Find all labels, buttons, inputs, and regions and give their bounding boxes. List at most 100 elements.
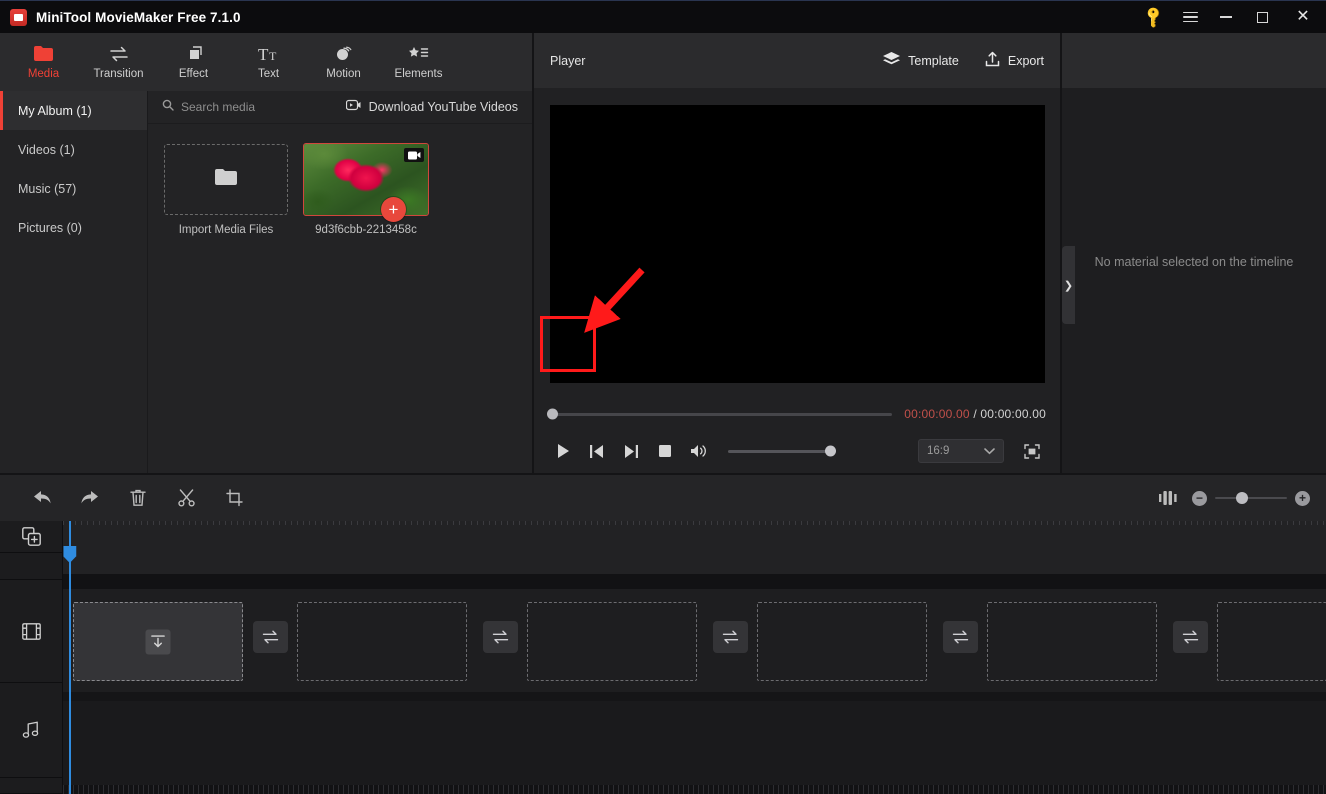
seek-handle[interactable] — [547, 408, 558, 420]
export-icon — [985, 51, 1000, 70]
video-clip-slot[interactable] — [73, 602, 243, 681]
music-note-icon[interactable] — [0, 683, 62, 778]
sidebar-item-music[interactable]: Music (57) — [0, 169, 147, 208]
timeline-zoom-slider[interactable] — [1215, 492, 1287, 504]
timeline-toolbar: − + — [0, 473, 1326, 521]
volume-handle[interactable] — [825, 445, 836, 457]
add-media-icon[interactable] — [0, 521, 62, 553]
transition-icon[interactable] — [713, 621, 748, 653]
hamburger-menu-icon[interactable] — [1172, 1, 1208, 34]
effect-icon — [185, 44, 203, 63]
tab-text[interactable]: TT Text — [231, 34, 306, 90]
tab-text-label: Text — [257, 68, 280, 80]
skip-back-icon[interactable] — [582, 436, 612, 466]
sidebar-item-my-album[interactable]: My Album (1) — [0, 91, 147, 130]
tab-motion[interactable]: Motion — [306, 34, 381, 90]
seek-slider[interactable] — [547, 408, 893, 420]
total-time: 00:00:00.00 — [980, 407, 1046, 421]
redo-icon[interactable] — [66, 478, 114, 518]
transition-icon[interactable] — [483, 621, 518, 653]
close-icon[interactable]: ✕ — [1280, 1, 1326, 34]
video-clip-slot[interactable] — [297, 602, 467, 681]
search-input[interactable]: Search media — [162, 98, 255, 116]
library-sidebar: My Album (1) Videos (1) Music (57) Pictu… — [0, 91, 148, 473]
timeline-canvas[interactable] — [63, 521, 1326, 794]
player-header: Player Template Export — [534, 33, 1060, 88]
video-clip-slot[interactable] — [987, 602, 1157, 681]
export-button[interactable]: Export — [985, 51, 1044, 70]
transition-icon[interactable] — [1173, 621, 1208, 653]
import-media-cell[interactable]: Import Media Files — [164, 144, 288, 473]
timeline-gutter — [0, 521, 63, 794]
download-youtube-label: Download YouTube Videos — [368, 100, 518, 114]
fullscreen-icon[interactable] — [1018, 437, 1046, 465]
timeline-gutter-spacer — [0, 553, 62, 580]
video-clip-slot[interactable] — [757, 602, 927, 681]
sidebar-item-videos[interactable]: Videos (1) — [0, 130, 147, 169]
import-dropzone[interactable] — [164, 144, 288, 215]
add-to-timeline-button[interactable]: + — [381, 197, 406, 222]
transition-icon — [109, 44, 129, 63]
motion-icon — [334, 44, 354, 63]
video-clip-slot[interactable] — [527, 602, 697, 681]
transition-icon[interactable] — [943, 621, 978, 653]
tab-transition[interactable]: Transition — [81, 34, 156, 90]
film-icon[interactable] — [0, 580, 62, 683]
properties-header — [1062, 33, 1326, 88]
key-icon[interactable]: 🔑 — [1136, 1, 1172, 34]
undo-icon[interactable] — [18, 478, 66, 518]
library-body: My Album (1) Videos (1) Music (57) Pictu… — [0, 91, 645, 473]
transition-icon[interactable] — [253, 621, 288, 653]
sidebar-item-pictures[interactable]: Pictures (0) — [0, 208, 147, 247]
media-thumbnail[interactable] — [303, 143, 429, 216]
timeline-ruler[interactable] — [63, 521, 1326, 527]
split-view-icon[interactable] — [1144, 478, 1192, 518]
import-media-label: Import Media Files — [178, 224, 274, 236]
download-youtube-button[interactable]: Download YouTube Videos — [345, 98, 518, 116]
video-clip-slot[interactable] — [1217, 602, 1326, 681]
elements-icon — [408, 44, 429, 63]
media-item[interactable]: 9d3f6cbb-2213458c + — [303, 143, 429, 473]
sidebar-item-label: Videos (1) — [18, 142, 75, 157]
video-track-row[interactable] — [63, 589, 1326, 692]
aspect-ratio-select[interactable]: 16:9 — [918, 439, 1004, 463]
crop-icon[interactable] — [210, 478, 258, 518]
media-grid: Import Media Files 9d3f6cbb-2213458c + — [148, 124, 645, 473]
scissors-icon[interactable] — [162, 478, 210, 518]
sidebar-item-label: Music (57) — [18, 181, 77, 196]
time-display: 00:00:00.00 / 00:00:00.00 — [904, 407, 1046, 421]
template-label: Template — [908, 53, 959, 68]
timeline-zoom-handle[interactable] — [1236, 492, 1249, 504]
maximize-icon[interactable] — [1244, 1, 1280, 34]
volume-slider[interactable] — [728, 445, 836, 457]
timeline-gutter-bottom — [0, 778, 62, 794]
tab-elements[interactable]: Elements — [381, 34, 456, 90]
search-icon — [162, 98, 174, 116]
trash-icon[interactable] — [114, 478, 162, 518]
folder-icon — [34, 44, 53, 63]
tab-media[interactable]: Media — [6, 34, 81, 90]
preview-stage[interactable] — [549, 104, 1045, 383]
volume-icon[interactable] — [684, 436, 714, 466]
media-item-name: 9d3f6cbb-2213458c — [315, 224, 417, 236]
app-logo-icon — [10, 8, 27, 26]
tab-motion-label: Motion — [326, 68, 361, 80]
tab-elements-label: Elements — [394, 68, 443, 80]
chevron-right-icon[interactable]: ❯ — [1062, 246, 1075, 324]
stop-icon[interactable] — [650, 436, 680, 466]
empty-state-message: No material selected on the timeline — [1094, 255, 1294, 269]
zoom-in-icon[interactable]: + — [1295, 490, 1310, 506]
template-button[interactable]: Template — [883, 51, 959, 70]
main-nav-tabs: Media Transition Effect TT Text Motion E… — [0, 33, 532, 91]
properties-pane: ❯ No material selected on the timeline — [1062, 33, 1326, 473]
chevron-down-icon — [984, 442, 995, 460]
audio-track-row[interactable] — [63, 701, 1326, 786]
text-icon: TT — [258, 44, 280, 63]
playhead[interactable] — [63, 521, 77, 794]
play-icon[interactable] — [548, 436, 578, 466]
zoom-out-icon[interactable]: − — [1192, 490, 1207, 506]
tab-effect[interactable]: Effect — [156, 34, 231, 90]
minimize-icon[interactable] — [1208, 1, 1244, 34]
timeline-scrollbar[interactable] — [63, 785, 1326, 794]
skip-forward-icon[interactable] — [616, 436, 646, 466]
